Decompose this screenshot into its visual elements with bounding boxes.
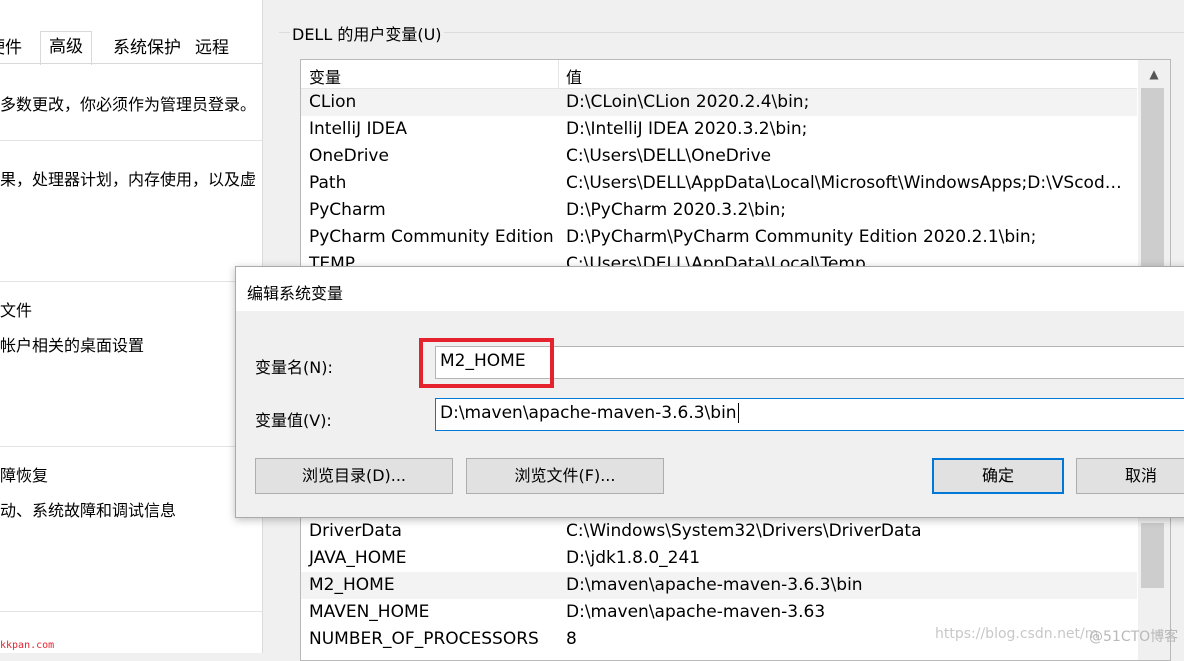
watermark-kkpan: kkpan.com [0, 640, 55, 651]
dialog-titlebar[interactable]: 编辑系统变量 [236, 267, 1184, 311]
variable-name: IntelliJ IDEA [309, 119, 407, 139]
cancel-button[interactable]: 取消 [1076, 458, 1184, 494]
variable-value: C:\Windows\System32\Drivers\DriverData [566, 521, 922, 541]
scrollbar-thumb[interactable] [1141, 523, 1164, 588]
text-caret [737, 403, 739, 423]
variable-value-value: D:\maven\apache-maven-3.6.3\bin [440, 403, 737, 423]
startup-recovery-heading: 障恢复 [0, 466, 49, 485]
table-row[interactable]: DriverData C:\Windows\System32\Drivers\D… [301, 518, 1137, 545]
table-row[interactable]: JAVA_HOME D:\jdk1.8.0_241 [301, 545, 1137, 572]
variable-name: NUMBER_OF_PROCESSORS [309, 629, 539, 649]
system-properties-window: 硬件 高级 系统保护 远程 多数更改，你必须作为管理员登录。 果，处理器计划，内… [0, 0, 262, 653]
startup-recovery-description: 动、系统故障和调试信息 [0, 501, 177, 520]
ok-button[interactable]: 确定 [932, 458, 1064, 494]
variable-value: D:\maven\apache-maven-3.63 [566, 602, 826, 622]
watermark-csdn: https://blog.csdn.net/m [935, 626, 1099, 642]
highlight-annotation [419, 338, 554, 388]
browse-directory-button[interactable]: 浏览目录(D)... [255, 458, 453, 494]
system-properties-tabs: 硬件 高级 系统保护 远程 [0, 31, 262, 65]
variable-value: D:\maven\apache-maven-3.6.3\bin [566, 575, 863, 595]
variable-name-label: 变量名(N): [255, 358, 333, 377]
variable-name: JAVA_HOME [309, 548, 407, 568]
performance-description: 果，处理器计划，内存使用，以及虚 [0, 170, 257, 189]
table-row[interactable]: IntelliJ IDEA D:\IntelliJ IDEA 2020.3.2\… [301, 116, 1137, 143]
variable-value: D:\IntelliJ IDEA 2020.3.2\bin; [566, 119, 808, 139]
variable-value: C:\Users\DELL\OneDrive [566, 146, 772, 166]
variable-value: C:\Users\DELL\AppData\Local\Microsoft\Wi… [566, 173, 1131, 193]
variable-value: D:\jdk1.8.0_241 [566, 548, 701, 568]
variable-value-label: 变量值(V): [255, 411, 332, 430]
browse-file-button[interactable]: 浏览文件(F)... [466, 458, 664, 494]
variable-name: PyCharm [309, 200, 386, 220]
variable-value-field[interactable]: D:\maven\apache-maven-3.6.3\bin [435, 398, 1184, 431]
table-row-selected[interactable]: M2_HOME D:\maven\apache-maven-3.6.3\bin [301, 572, 1137, 599]
column-header-variable[interactable]: 变量 [309, 64, 341, 88]
variable-name: CLion [309, 92, 357, 112]
divider [0, 446, 262, 447]
column-divider[interactable] [558, 60, 559, 88]
variable-name: MAVEN_HOME [309, 602, 430, 622]
table-row[interactable]: Path C:\Users\DELL\AppData\Local\Microso… [301, 170, 1137, 197]
variable-value: D:\CLoin\CLion 2020.2.4\bin; [566, 92, 810, 112]
dialog-title: 编辑系统变量 [247, 284, 344, 303]
table-row[interactable]: PyCharm D:\PyCharm 2020.3.2\bin; [301, 197, 1137, 224]
variable-name: PyCharm Community Edition [309, 227, 554, 247]
list-header: 变量 值 [301, 60, 1137, 89]
tab-hardware[interactable]: 硬件 [0, 33, 22, 63]
tab-system-protection[interactable]: 系统保护 [113, 33, 181, 63]
watermark-51cto: @51CTO博客 [1089, 629, 1179, 645]
variable-name: DriverData [309, 521, 402, 541]
variable-name: M2_HOME [309, 575, 395, 595]
table-row[interactable]: MAVEN_HOME D:\maven\apache-maven-3.63 [301, 599, 1137, 626]
tab-remote[interactable]: 远程 [195, 33, 229, 63]
admin-note: 多数更改，你必须作为管理员登录。 [0, 95, 257, 114]
table-row[interactable]: PyCharm Community Edition D:\PyCharm\PyC… [301, 224, 1137, 251]
variable-name: Path [309, 173, 347, 193]
user-profile-heading: 文件 [0, 301, 33, 320]
table-row[interactable]: OneDrive C:\Users\DELL\OneDrive [301, 143, 1137, 170]
user-profile-description: 帐户相关的桌面设置 [0, 336, 145, 355]
edit-system-variable-dialog: 编辑系统变量 变量名(N): M2_HOME 变量值(V): D:\maven\… [235, 266, 1184, 518]
scrollbar-thumb[interactable] [1141, 88, 1164, 290]
user-variables-group-label: DELL 的用户变量(U) [290, 21, 444, 45]
column-header-value[interactable]: 值 [566, 64, 582, 88]
variable-name: OneDrive [309, 146, 389, 166]
variable-value: D:\PyCharm\PyCharm Community Edition 202… [566, 227, 1037, 247]
divider [0, 611, 262, 612]
chevron-up-icon[interactable]: ▲ [1138, 60, 1170, 88]
tab-divider [0, 63, 262, 64]
divider [0, 281, 262, 282]
table-row[interactable]: CLion D:\CLoin\CLion 2020.2.4\bin; [301, 89, 1137, 116]
variable-value: D:\PyCharm 2020.3.2\bin; [566, 200, 787, 220]
divider [0, 140, 262, 141]
tab-advanced[interactable]: 高级 [40, 31, 92, 65]
